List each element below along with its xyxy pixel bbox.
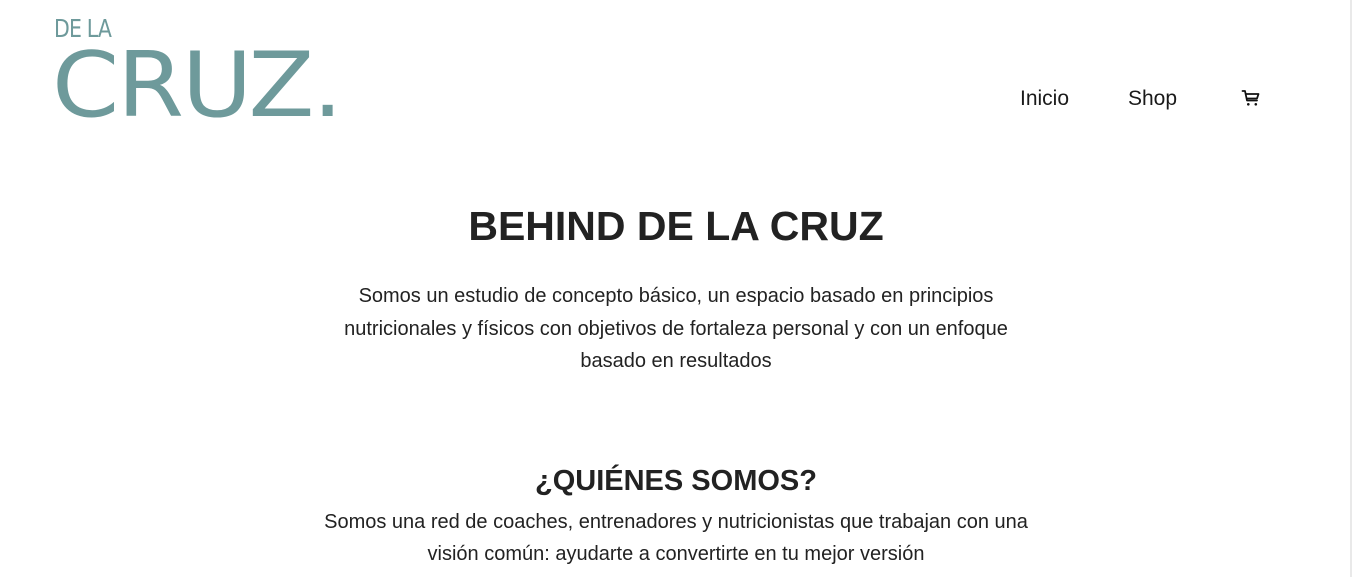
site-logo[interactable]: DE LA CRUZ. <box>52 14 343 136</box>
about-description: Somos una red de coaches, entrenadores y… <box>324 511 1028 565</box>
hero-title: BEHIND DE LA CRUZ <box>468 203 884 249</box>
logo-main-text: CRUZ. <box>52 33 343 138</box>
page: DE LA CRUZ. Inicio Shop BEHIND DE LA CRU… <box>0 0 1352 577</box>
site-header: DE LA CRUZ. Inicio Shop <box>0 0 1352 150</box>
about-title: ¿QUIÉNES SOMOS? <box>535 465 817 497</box>
hero-description: Somos un estudio de concepto básico, un … <box>344 285 1008 372</box>
nav-link-shop[interactable]: Shop <box>1128 84 1177 114</box>
shopping-cart-icon[interactable] <box>1241 88 1261 108</box>
nav-link-inicio[interactable]: Inicio <box>1020 84 1069 114</box>
